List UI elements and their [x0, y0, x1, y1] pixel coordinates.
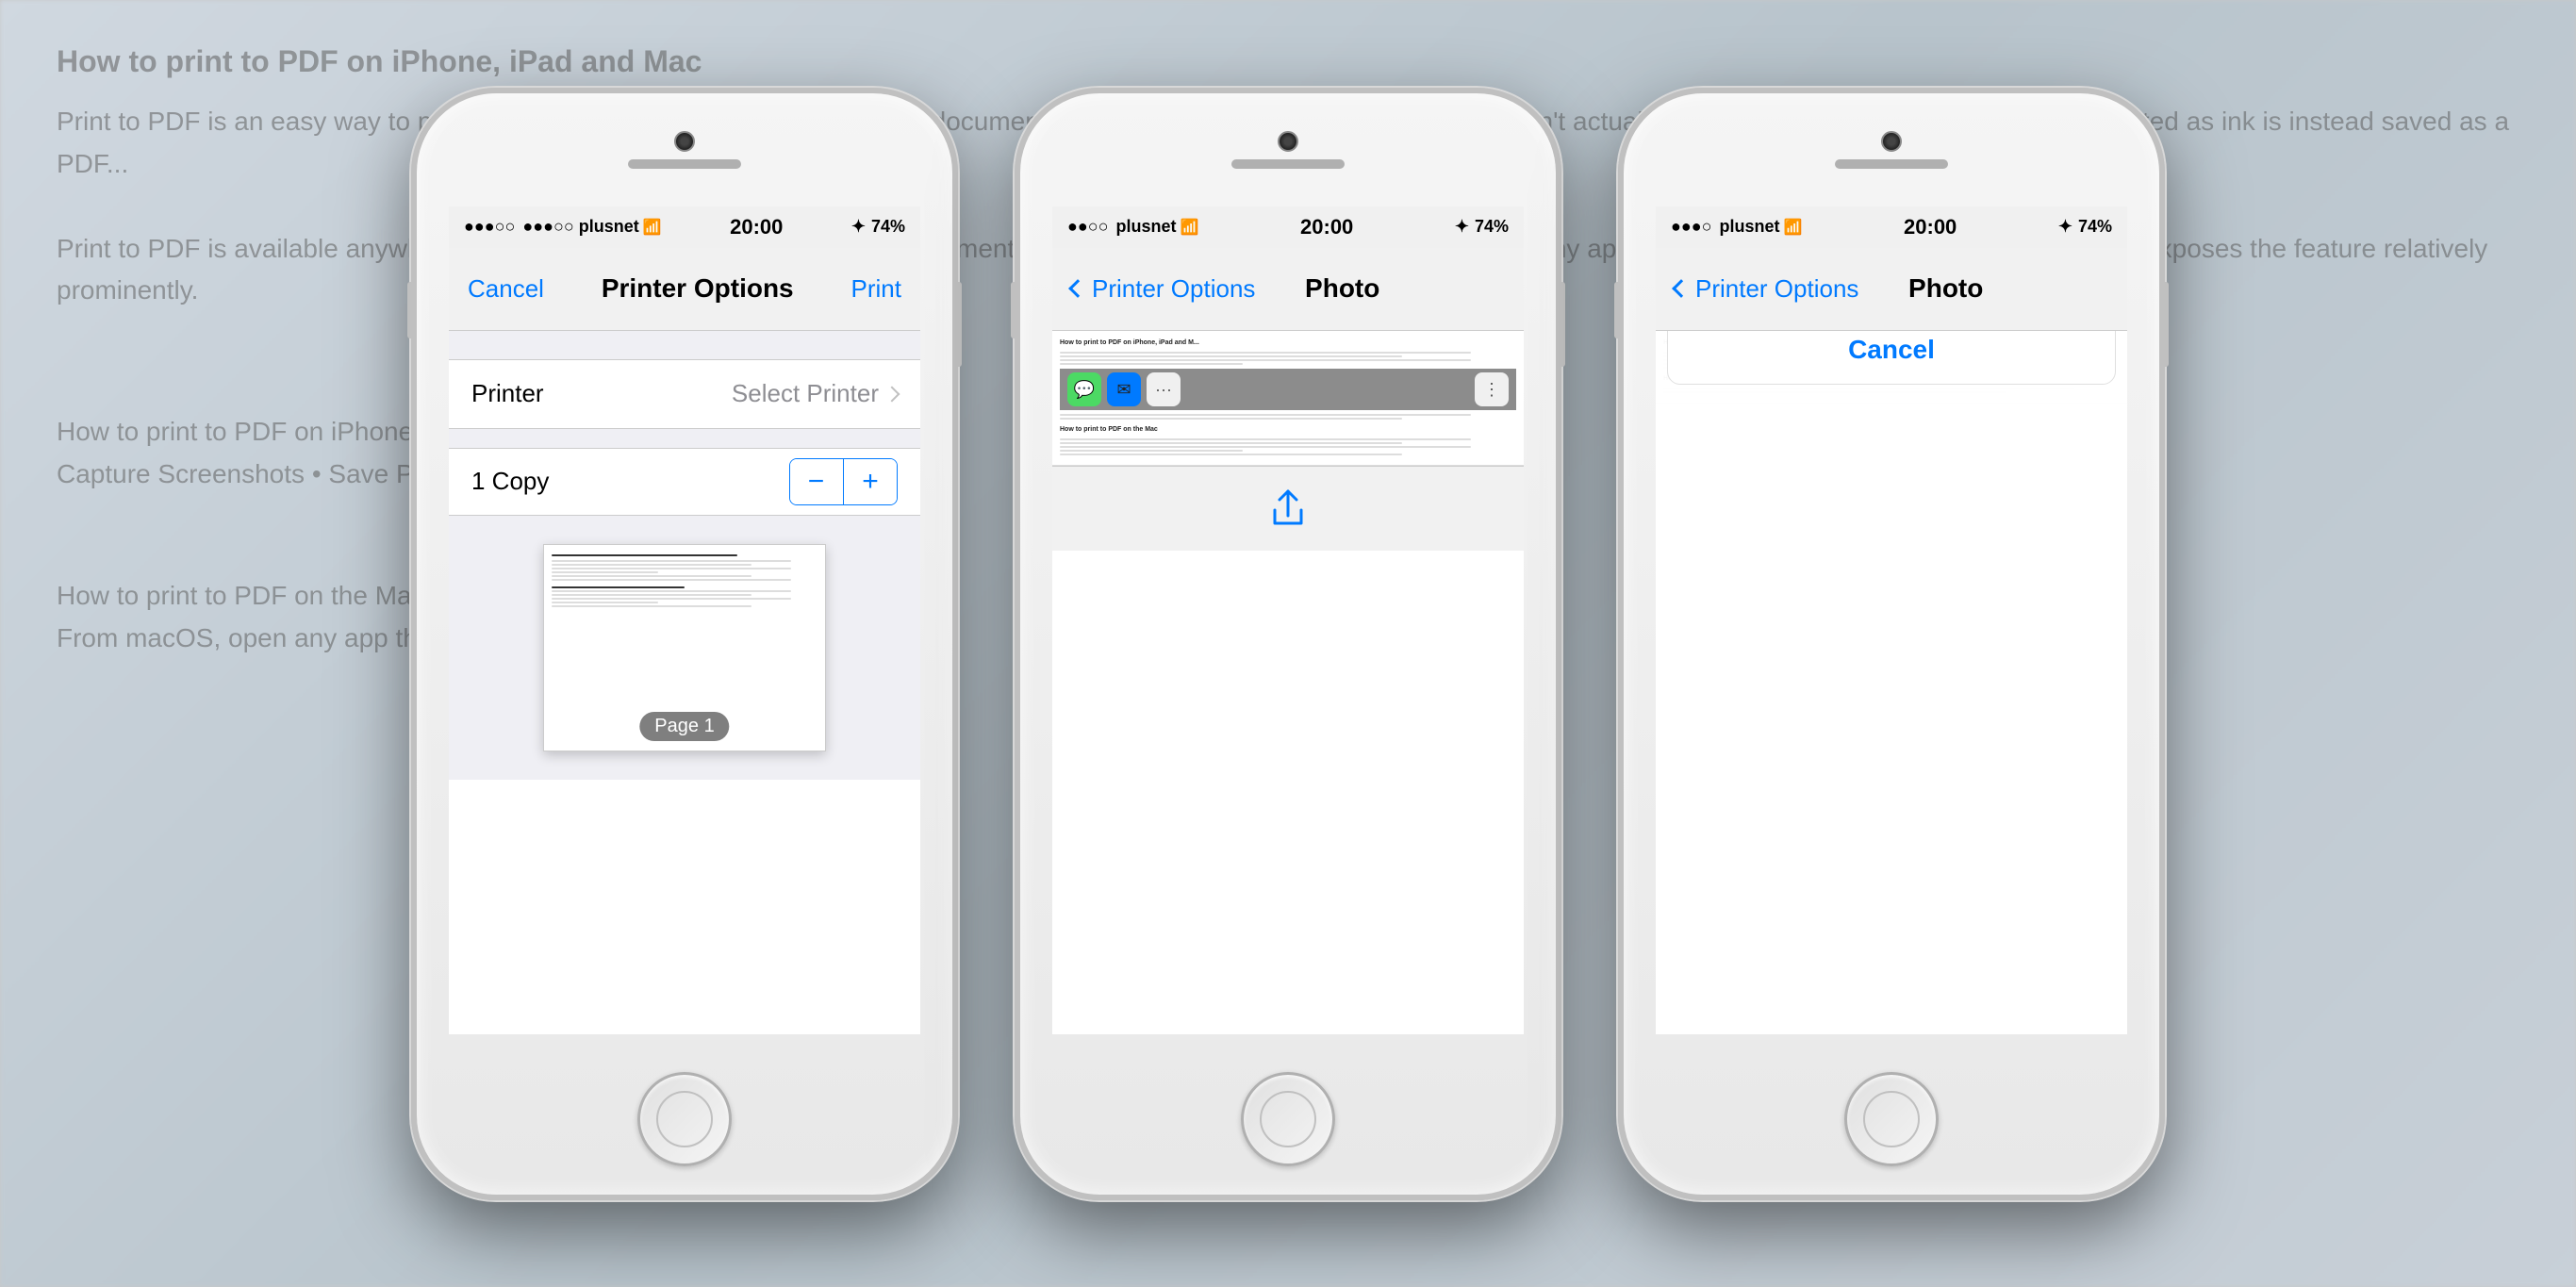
camera-middle: [1278, 131, 1298, 152]
iphone-left: ●●●○○ ●●●○○ plusnet 📶 20:00 ✦ 74% Cancel…: [411, 88, 958, 1200]
iphone-top-right: [1624, 93, 2159, 206]
status-bar-middle: ●●○○ plusnet 📶 20:00 ✦ 74%: [1052, 206, 1524, 248]
carrier-right: plusnet: [1720, 217, 1780, 237]
chevron-left-middle: [1068, 279, 1087, 298]
printer-row[interactable]: Printer Select Printer: [449, 360, 920, 428]
camera-right: [1881, 131, 1902, 152]
iphone-top-middle: [1020, 93, 1556, 206]
stepper-minus[interactable]: −: [790, 459, 843, 504]
nav-title-left: Printer Options: [602, 273, 794, 304]
screen-left: ●●●○○ ●●●○○ plusnet 📶 20:00 ✦ 74% Cancel…: [449, 206, 920, 1034]
doc-subtitle-middle: How to print to PDF on the Mac: [1060, 425, 1516, 436]
page-number: Page 1: [639, 712, 729, 741]
cancel-sheet-button[interactable]: Cancel: [1667, 331, 2116, 385]
stepper-plus[interactable]: +: [844, 459, 897, 504]
status-right-middle: ✦ 74%: [1455, 217, 1509, 237]
signal-dots: ●●●○○: [464, 217, 515, 237]
home-button-middle[interactable]: [1241, 1072, 1335, 1166]
battery-left: 74%: [871, 217, 905, 237]
home-inner-right: [1863, 1091, 1920, 1147]
airdrop-strip-dots[interactable]: ⋮: [1475, 372, 1509, 406]
copy-stepper: − +: [789, 458, 899, 505]
airdrop-strip-icon1: 💬: [1067, 372, 1101, 406]
cancel-button[interactable]: Cancel: [468, 274, 544, 304]
iphone-top-left: [417, 93, 952, 206]
doc-thumbnail-middle: How to print to PDF on iPhone, iPad and …: [1052, 331, 1524, 466]
time-right: 20:00: [1904, 215, 1957, 239]
right-screen: How to print to PDF on iPhone, iPad and …: [1656, 331, 2127, 404]
printer-label: Printer: [471, 379, 544, 408]
status-right-left: ✦ 74%: [851, 217, 905, 237]
doc-title-middle: How to print to PDF on iPhone, iPad and …: [1060, 338, 1516, 349]
bluetooth-left: ✦: [851, 217, 866, 237]
airdrop-strip: 💬 ✉ ··· ⋮: [1060, 369, 1516, 410]
time-left: 20:00: [730, 215, 783, 239]
status-left-left: ●●●○○ ●●●○○ plusnet 📶: [464, 217, 662, 237]
home-button-right[interactable]: [1844, 1072, 1939, 1166]
status-bar-right: ●●●○ plusnet 📶 20:00 ✦ 74%: [1656, 206, 2127, 248]
airdrop-strip-icon2: ✉: [1107, 372, 1141, 406]
status-right-right: ✦ 74%: [2058, 217, 2112, 237]
airdrop-strip-more[interactable]: ···: [1147, 372, 1181, 406]
status-left-right: ●●●○ plusnet 📶: [1671, 217, 1802, 237]
share-icon-middle[interactable]: [1267, 487, 1309, 529]
iphone-middle: ●●○○ plusnet 📶 20:00 ✦ 74% Printer Optio…: [1015, 88, 1561, 1200]
status-bar-left: ●●●○○ ●●●○○ plusnet 📶 20:00 ✦ 74%: [449, 206, 920, 248]
photo-screen: How to print to PDF on iPhone, iPad and …: [1052, 331, 1524, 466]
status-left-middle: ●●○○ plusnet 📶: [1067, 217, 1198, 237]
share-sheet: AirDrop. Share instantly with people nea…: [1656, 331, 2127, 404]
chevron-left-right: [1672, 279, 1691, 298]
nav-bar-right: Printer Options Photo: [1656, 248, 2127, 331]
time-middle: 20:00: [1300, 215, 1353, 239]
iphone-bottom-right: [1624, 1044, 2159, 1195]
screen-middle: ●●○○ plusnet 📶 20:00 ✦ 74% Printer Optio…: [1052, 206, 1524, 1034]
nav-bar-middle: Printer Options Photo: [1052, 248, 1524, 331]
home-inner-middle: [1260, 1091, 1316, 1147]
printer-chevron: [884, 386, 900, 402]
printer-value: Select Printer: [732, 379, 898, 408]
camera-left: [674, 131, 695, 152]
print-button[interactable]: Print: [851, 274, 901, 304]
home-button-left[interactable]: [637, 1072, 732, 1166]
home-inner-left: [656, 1091, 713, 1147]
printer-group: Printer Select Printer: [449, 359, 920, 429]
copy-label: 1 Copy: [471, 467, 549, 496]
nav-bar-left: Cancel Printer Options Print: [449, 248, 920, 331]
speaker-right: [1835, 159, 1948, 169]
back-button-middle[interactable]: Printer Options: [1071, 274, 1255, 304]
page-preview-left: Page 1: [543, 544, 826, 751]
wifi-left: 📶: [643, 218, 662, 237]
share-bottom-middle: [1052, 466, 1524, 551]
iphone-bottom-middle: [1020, 1044, 1556, 1195]
nav-title-middle: Photo: [1305, 273, 1379, 304]
screen-right: ●●●○ plusnet 📶 20:00 ✦ 74% Printer Optio…: [1656, 206, 2127, 1034]
carrier-middle: plusnet: [1116, 217, 1177, 237]
preview-content: [544, 545, 825, 617]
speaker-middle: [1231, 159, 1345, 169]
iphone-right: ●●●○ plusnet 📶 20:00 ✦ 74% Printer Optio…: [1618, 88, 2165, 1200]
printer-content: Printer Select Printer 1 Copy −: [449, 331, 920, 780]
phones-container: ●●●○○ ●●●○○ plusnet 📶 20:00 ✦ 74% Cancel…: [0, 0, 2576, 1287]
iphone-bottom-left: [417, 1044, 952, 1195]
carrier-left: ●●●○○ plusnet: [522, 217, 638, 237]
speaker-left: [628, 159, 741, 169]
copy-row: 1 Copy − +: [449, 448, 920, 516]
nav-title-right: Photo: [1908, 273, 1983, 304]
back-button-right[interactable]: Printer Options: [1675, 274, 1858, 304]
